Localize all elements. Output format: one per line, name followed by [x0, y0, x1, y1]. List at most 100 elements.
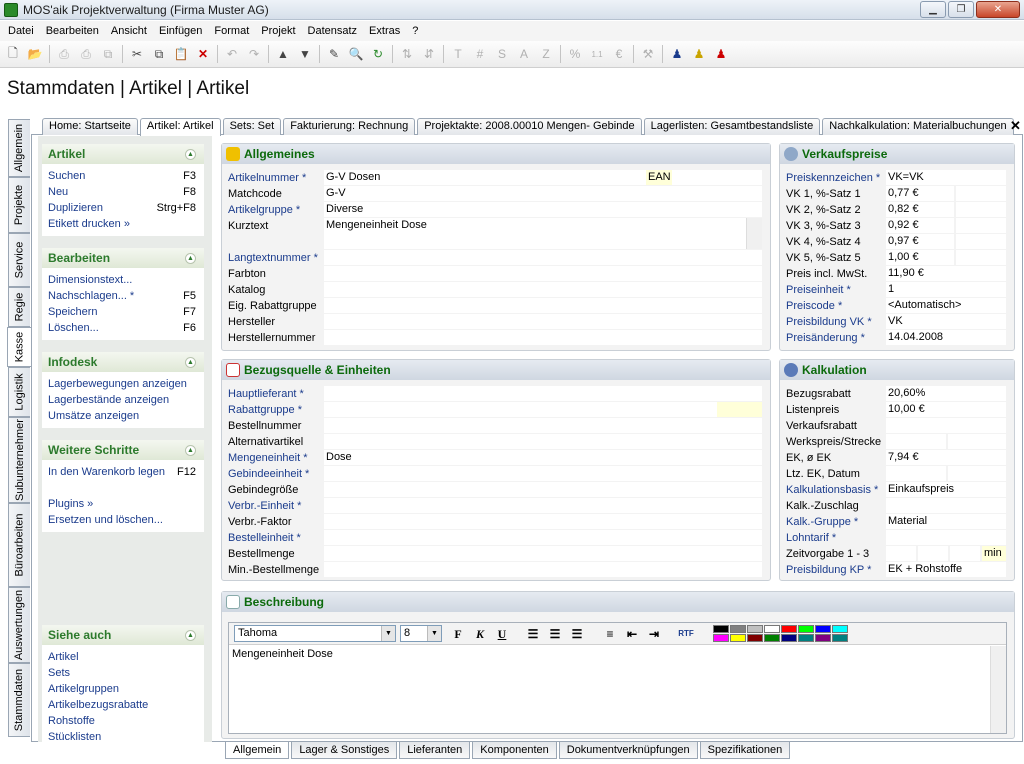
field-value[interactable] — [324, 498, 762, 513]
new-document-icon[interactable]: 🗋 — [2, 43, 24, 65]
field-value[interactable] — [324, 402, 762, 417]
sidebar-link-suchen[interactable]: Suchen F3 — [42, 168, 204, 184]
field-label[interactable]: Verbr.-Einheit * — [228, 498, 324, 514]
sidebar-link-rohstoffe[interactable]: Rohstoffe — [42, 713, 204, 729]
sidebar-link-etikett-drucken[interactable]: Etikett drucken » — [42, 216, 204, 232]
field-label[interactable]: Langtextnummer * — [228, 250, 324, 266]
tab-home-startseite[interactable]: Home: Startseite — [42, 118, 138, 135]
field-value[interactable] — [324, 266, 762, 281]
field-value[interactable] — [324, 314, 762, 329]
vtab-kasse[interactable]: Kasse — [7, 327, 31, 367]
field-label[interactable]: Gebindeeinheit * — [228, 466, 324, 482]
sidebar-link-nachschlagen[interactable]: Nachschlagen... * F5 — [42, 288, 204, 304]
field-label[interactable]: Preisbildung VK * — [786, 314, 886, 330]
field-label[interactable]: Bestelleinheit * — [228, 530, 324, 546]
field-value[interactable] — [324, 530, 762, 545]
close-button[interactable]: ✕ — [976, 1, 1020, 18]
tab-nachkalkulation-materialbuchungen[interactable]: Nachkalkulation: Materialbuchungen — [822, 118, 1014, 135]
currency-icon[interactable]: € — [608, 43, 630, 65]
indent-decrease-button[interactable]: ⇤ — [623, 626, 641, 642]
italic-button[interactable]: K — [471, 626, 489, 642]
collapse-chevron-icon[interactable]: ▲ — [185, 630, 196, 641]
field-value[interactable] — [324, 330, 762, 345]
delete-icon[interactable]: ✕ — [192, 43, 214, 65]
field-value[interactable] — [324, 482, 762, 497]
cut-icon[interactable]: ✂ — [126, 43, 148, 65]
refresh-icon[interactable]: ↻ — [367, 43, 389, 65]
menu-item-projekt[interactable]: Projekt — [255, 25, 301, 37]
field-value[interactable]: 1 — [886, 282, 1006, 297]
sidebar-link-lagerbewegungen-anzeigen[interactable]: Lagerbewegungen anzeigen — [42, 376, 204, 392]
color-swatch[interactable] — [747, 625, 763, 633]
sidebar-link-loschen[interactable]: Löschen... F6 — [42, 320, 204, 336]
font-size-select[interactable]: 8 ▼ — [400, 625, 442, 642]
sidebar-link-plugins[interactable]: Plugins » — [42, 496, 204, 512]
redo-icon[interactable]: ↷ — [243, 43, 265, 65]
menu-item-extras[interactable]: Extras — [363, 25, 406, 37]
sidebar-link-ersetzen-und-loschen[interactable]: Ersetzen und löschen... — [42, 512, 204, 528]
percent-field[interactable] — [956, 234, 1006, 249]
field-label[interactable]: Mengeneinheit * — [228, 450, 324, 466]
user-red-icon[interactable]: ♟ — [710, 43, 732, 65]
sidebar-section-title[interactable]: Artikel ▲ — [42, 144, 204, 164]
number-icon[interactable]: # — [469, 43, 491, 65]
vtab-stammdaten[interactable]: Stammdaten — [8, 663, 30, 737]
vtab-subunternehmer[interactable]: Subunternehmer — [8, 417, 30, 503]
sidebar-link-in-den-warenkorb-legen[interactable]: In den Warenkorb legen F12 — [42, 464, 204, 480]
description-text[interactable]: Mengeneinheit Dose — [229, 645, 1006, 663]
sidebar-link-artikelgruppen[interactable]: Artikelgruppen — [42, 681, 204, 697]
indent-increase-button[interactable]: ⇥ — [645, 626, 663, 642]
sidebar-link-dimensionstext[interactable]: Dimensionstext... — [42, 272, 204, 288]
field-value[interactable]: 0,77 € — [886, 186, 954, 201]
tools-icon[interactable]: ⚒ — [637, 43, 659, 65]
color-swatch[interactable] — [713, 634, 729, 642]
undo-icon[interactable]: ↶ — [221, 43, 243, 65]
percent-field[interactable] — [956, 186, 1006, 201]
font-family-select[interactable]: Tahoma ▼ — [234, 625, 396, 642]
color-swatch[interactable] — [815, 625, 831, 633]
sort-desc-icon[interactable]: ⇵ — [418, 43, 440, 65]
menu-item-ansicht[interactable]: Ansicht — [105, 25, 153, 37]
field-value[interactable]: 11,90 € — [886, 266, 1006, 281]
tab-lagerlisten-gesamtbestandsliste[interactable]: Lagerlisten: Gesamtbestandsliste — [643, 118, 821, 135]
field-label[interactable]: Hauptlieferant * — [228, 386, 324, 402]
print-icon[interactable]: ⎙ — [53, 43, 75, 65]
field-value[interactable]: Mengeneinheit Dose — [324, 218, 762, 249]
align-left-button[interactable]: ☰ — [524, 626, 542, 642]
sum-s-icon[interactable]: S — [491, 43, 513, 65]
maximize-button[interactable]: ❐ — [948, 1, 974, 18]
sidebar-section-title[interactable]: Bearbeiten ▲ — [42, 248, 204, 268]
print-preview-icon[interactable]: ⎙ — [75, 43, 97, 65]
field-value[interactable]: 14.04.2008 — [886, 330, 1006, 345]
color-swatch[interactable] — [815, 634, 831, 642]
minimize-button[interactable]: ▁ — [920, 1, 946, 18]
percent-field[interactable] — [956, 250, 1006, 265]
field-value[interactable] — [324, 546, 762, 561]
field-label[interactable]: Kalk.-Gruppe * — [786, 514, 886, 530]
sidebar-link-duplizieren[interactable]: Duplizieren Strg+F8 — [42, 200, 204, 216]
field-label[interactable]: Preisänderung * — [786, 330, 886, 346]
field-value[interactable]: 1,00 € — [886, 250, 954, 265]
percent-icon[interactable]: % — [564, 43, 586, 65]
field-value[interactable] — [886, 530, 1006, 545]
detail-tab-spezifikationen[interactable]: Spezifikationen — [699, 742, 791, 759]
rabattgruppe-extra-field[interactable] — [717, 402, 762, 417]
field-value[interactable]: VK — [886, 314, 1006, 329]
field-value[interactable] — [886, 498, 1006, 513]
field-value[interactable] — [886, 418, 1006, 433]
sidebar-section-title[interactable]: Siehe auch ▲ — [42, 625, 204, 645]
color-swatch[interactable] — [764, 634, 780, 642]
field-label[interactable]: Artikelgruppe * — [228, 202, 324, 218]
field-value[interactable] — [324, 282, 762, 297]
z-icon[interactable]: Z — [535, 43, 557, 65]
field-label[interactable]: Lohntarif * — [786, 530, 886, 546]
menu-item-einfugen[interactable]: Einfügen — [153, 25, 208, 37]
tab-projektakte-2008-00010-mengen-gebinde[interactable]: Projektakte: 2008.00010 Mengen- Gebinde — [417, 118, 642, 135]
sidebar-link-speichern[interactable]: Speichern F7 — [42, 304, 204, 320]
arrow-down-icon[interactable]: ▼ — [294, 43, 316, 65]
sidebar-link-artikelbezugsrabatte[interactable]: Artikelbezugsrabatte — [42, 697, 204, 713]
field-value[interactable] — [324, 250, 762, 265]
sidebar-link-lagerbestande-anzeigen[interactable]: Lagerbestände anzeigen — [42, 392, 204, 408]
field-value[interactable]: 0,97 € — [886, 234, 954, 249]
edit-pencil-icon[interactable]: ✎ — [323, 43, 345, 65]
